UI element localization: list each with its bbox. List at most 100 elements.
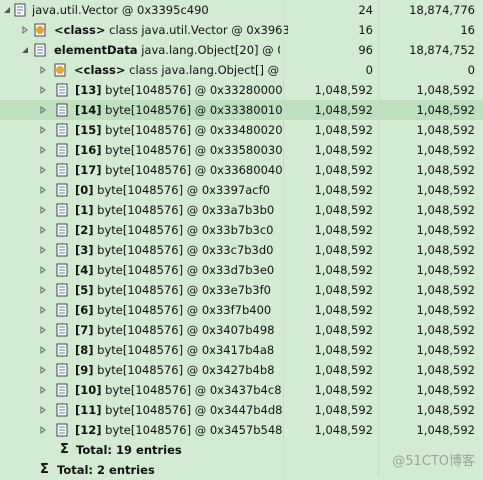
retained-heap-value: 1,048,592	[416, 343, 475, 357]
array-index: [8]	[75, 343, 94, 357]
collapsed-chevron-icon[interactable]	[20, 20, 30, 40]
row-label: java.lang.Object[20] @ 0x	[137, 43, 280, 57]
collapsed-chevron-icon[interactable]	[38, 220, 48, 240]
tree-row-vector[interactable]: java.util.Vector @ 0x3395c490 24 18,874,…	[0, 0, 483, 20]
collapsed-chevron-icon[interactable]	[38, 80, 48, 100]
retained-heap-value: 1,048,592	[416, 123, 475, 137]
tree-row-elementdata[interactable]: elementData java.lang.Object[20] @ 0x 96…	[0, 40, 483, 60]
array-icon	[56, 263, 69, 277]
shallow-heap-value: 16	[358, 23, 373, 37]
shallow-heap-value: 1,048,592	[314, 403, 373, 417]
tree-row-byte-array[interactable]: [11] byte[1048576] @ 0x3447b4d8 1,048,592…	[0, 400, 483, 420]
shallow-heap-value: 24	[358, 3, 373, 17]
array-icon	[56, 343, 69, 357]
array-icon	[56, 123, 69, 137]
tree-row-byte-array[interactable]: [2] byte[1048576] @ 0x33b7b3c0 1,048,592 1…	[0, 220, 483, 240]
collapsed-chevron-icon[interactable]	[38, 260, 48, 280]
retained-heap-value: 1,048,592	[416, 423, 475, 437]
tree-row-byte-array[interactable]: [13] byte[1048576] @ 0x33280000 1,048,592…	[0, 80, 483, 100]
retained-heap-value: 1,048,592	[416, 223, 475, 237]
class-icon	[34, 23, 47, 37]
retained-heap-value: 1,048,592	[416, 383, 475, 397]
sigma-icon: Σ	[60, 442, 69, 457]
tree-row-byte-array[interactable]: [7] byte[1048576] @ 0x3407b498 1,048,592 1…	[0, 320, 483, 340]
shallow-heap-value: 1,048,592	[314, 83, 373, 97]
row-label: byte[1048576] @ 0x3407b498	[93, 323, 275, 337]
collapsed-chevron-icon[interactable]	[38, 160, 48, 180]
array-icon	[56, 143, 69, 157]
retained-heap-value: 1,048,592	[416, 163, 475, 177]
tree-row-byte-array[interactable]: [15] byte[1048576] @ 0x33480020 1,048,592…	[0, 120, 483, 140]
tree-row-byte-array[interactable]: [16] byte[1048576] @ 0x33580030 1,048,592…	[0, 140, 483, 160]
shallow-heap-value: 1,048,592	[314, 423, 373, 437]
collapsed-chevron-icon[interactable]	[38, 200, 48, 220]
tree-row-byte-array[interactable]: [8] byte[1048576] @ 0x3417b4a8 1,048,592 1…	[0, 340, 483, 360]
collapsed-chevron-icon[interactable]	[38, 120, 48, 140]
collapsed-chevron-icon[interactable]	[38, 420, 48, 440]
heap-dump-tree: java.util.Vector @ 0x3395c490 24 18,874,…	[0, 0, 483, 480]
class-icon	[54, 63, 67, 77]
array-index: [5]	[75, 283, 94, 297]
collapsed-chevron-icon[interactable]	[38, 100, 48, 120]
array-index: [16]	[75, 143, 102, 157]
tree-row-byte-array[interactable]: [10] byte[1048576] @ 0x3437b4c8 1,048,592…	[0, 380, 483, 400]
column-divider[interactable]	[283, 0, 284, 477]
array-icon	[56, 283, 69, 297]
shallow-heap-value: 1,048,592	[314, 103, 373, 117]
retained-heap-value: 1,048,592	[416, 363, 475, 377]
tree-row-byte-array[interactable]: [14] byte[1048576] @ 0x33380010 1,048,592…	[0, 100, 483, 120]
shallow-heap-value: 1,048,592	[314, 303, 373, 317]
row-label: byte[1048576] @ 0x33a7b3b0	[93, 203, 275, 217]
array-index: [9]	[75, 363, 94, 377]
expanded-chevron-icon[interactable]	[20, 40, 30, 60]
collapsed-chevron-icon[interactable]	[38, 300, 48, 320]
retained-heap-value: 1,048,592	[416, 183, 475, 197]
tree-row-byte-array[interactable]: [4] byte[1048576] @ 0x33d7b3e0 1,048,592 1…	[0, 260, 483, 280]
row-label: byte[1048576] @ 0x33f7b400	[93, 303, 272, 317]
row-label: byte[1048576] @ 0x3427b4b8	[93, 363, 275, 377]
tree-row-class-vector[interactable]: <class> class java.util.Vector @ 0x3963 …	[0, 20, 483, 40]
shallow-heap-value: 1,048,592	[314, 203, 373, 217]
shallow-heap-value: 1,048,592	[314, 143, 373, 157]
collapsed-chevron-icon[interactable]	[38, 280, 48, 300]
shallow-heap-value: 1,048,592	[314, 183, 373, 197]
row-label: byte[1048576] @ 0x3417b4a8	[93, 343, 275, 357]
retained-heap-value: 1,048,592	[416, 283, 475, 297]
array-index: [13]	[75, 83, 102, 97]
collapsed-chevron-icon[interactable]	[38, 140, 48, 160]
row-label: byte[1048576] @ 0x3447b4d8	[101, 403, 283, 417]
collapsed-chevron-icon[interactable]	[38, 340, 48, 360]
object-icon	[14, 3, 27, 17]
shallow-heap-value: 1,048,592	[314, 383, 373, 397]
tree-row-byte-array[interactable]: [1] byte[1048576] @ 0x33a7b3b0 1,048,592 1…	[0, 200, 483, 220]
tree-row-byte-array[interactable]: [9] byte[1048576] @ 0x3427b4b8 1,048,592 1…	[0, 360, 483, 380]
retained-heap-value: 16	[460, 23, 475, 37]
tree-row-byte-array[interactable]: [5] byte[1048576] @ 0x33e7b3f0 1,048,592 1…	[0, 280, 483, 300]
tree-row-class-object-array[interactable]: <class> class java.lang.Object[] @ 0 0 0	[0, 60, 483, 80]
tree-row-byte-array[interactable]: [0] byte[1048576] @ 0x3397acf0 1,048,592 1…	[0, 180, 483, 200]
row-label: byte[1048576] @ 0x3437b4c8	[101, 383, 282, 397]
collapsed-chevron-icon[interactable]	[38, 380, 48, 400]
tree-row-byte-array[interactable]: [6] byte[1048576] @ 0x33f7b400 1,048,592 1…	[0, 300, 483, 320]
row-label: byte[1048576] @ 0x3397acf0	[93, 183, 270, 197]
collapsed-chevron-icon[interactable]	[38, 60, 48, 80]
array-icon	[56, 83, 69, 97]
total-entries-label: Total: 19 entries	[76, 443, 182, 457]
tree-row-byte-array[interactable]: [17] byte[1048576] @ 0x33680040 1,048,592…	[0, 160, 483, 180]
expanded-chevron-icon[interactable]	[2, 0, 12, 20]
tree-row-byte-array[interactable]: [12] byte[1048576] @ 0x3457b548 1,048,592…	[0, 420, 483, 440]
shallow-heap-value: 1,048,592	[314, 323, 373, 337]
shallow-heap-value: 1,048,592	[314, 263, 373, 277]
field-name: elementData	[54, 43, 138, 57]
array-index: [3]	[75, 243, 94, 257]
collapsed-chevron-icon[interactable]	[38, 180, 48, 200]
row-label: byte[1048576] @ 0x33c7b3d0	[93, 243, 274, 257]
tree-row-byte-array[interactable]: [3] byte[1048576] @ 0x33c7b3d0 1,048,592 1…	[0, 240, 483, 260]
row-label: byte[1048576] @ 0x33580030	[101, 143, 283, 157]
collapsed-chevron-icon[interactable]	[38, 360, 48, 380]
column-divider[interactable]	[378, 0, 379, 477]
collapsed-chevron-icon[interactable]	[38, 240, 48, 260]
array-index: [1]	[75, 203, 94, 217]
collapsed-chevron-icon[interactable]	[38, 320, 48, 340]
collapsed-chevron-icon[interactable]	[38, 400, 48, 420]
